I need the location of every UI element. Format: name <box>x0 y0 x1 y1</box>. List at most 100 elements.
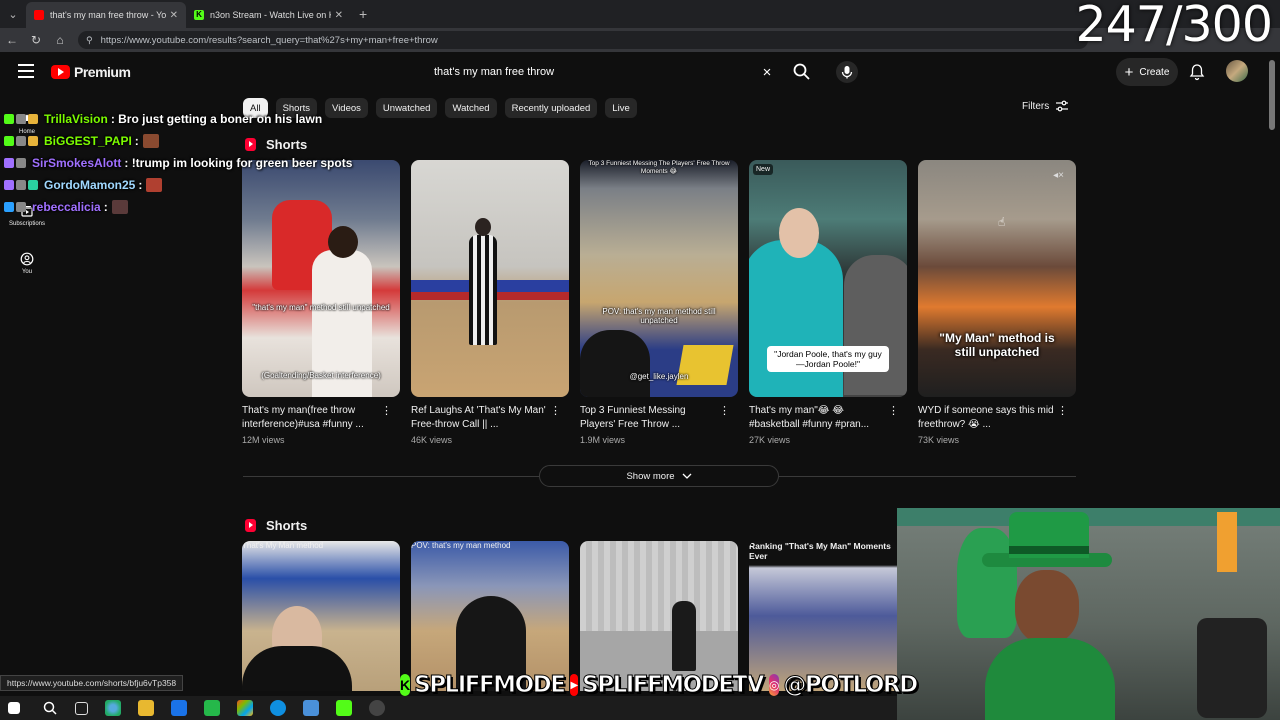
short-card[interactable]: Ref Laughs At 'That's My Man' Free-throw… <box>411 160 569 445</box>
short-title-text: WYD if someone says this mid freethrow? … <box>918 405 1054 430</box>
short-views: 1.9M views <box>580 435 626 445</box>
more-options-icon[interactable]: ⋮ <box>381 404 392 418</box>
short-thumbnail[interactable]: That's My Man method <box>242 541 400 691</box>
chat-badges <box>4 180 40 190</box>
short-views: 12M views <box>242 435 285 445</box>
short-title[interactable]: That's my man"😂 😂 #basketball #funny #pr… <box>749 404 907 432</box>
tab-youtube[interactable]: that's my man free throw - YouTube ✕ <box>26 2 186 28</box>
chat-username: GordoMamon25 <box>44 178 136 192</box>
short-title[interactable]: Ref Laughs At 'That's My Man' Free-throw… <box>411 404 569 432</box>
short-thumbnail[interactable]: Top 3 Funniest Messing The Players' Free… <box>580 160 738 397</box>
short-card[interactable]: ◂× "My Man" method is still unpatched ☝ … <box>918 160 1076 445</box>
chat-badges <box>4 158 28 168</box>
chat-message: SirSmokesAlott : !trump im looking for g… <box>4 152 352 174</box>
chat-text: : <box>103 200 108 214</box>
site-info-icon[interactable]: ⚲ <box>86 35 93 46</box>
back-icon[interactable]: ← <box>0 33 24 47</box>
shorts-section-title: Shorts <box>245 518 307 533</box>
search-input[interactable]: that's my man free throw <box>422 66 752 78</box>
filters-label: Filters <box>1022 100 1050 112</box>
new-tab-button[interactable]: + <box>359 6 367 22</box>
instagram-handle: @POTLORD <box>783 672 919 699</box>
notifications-bell-icon[interactable] <box>1189 63 1205 81</box>
search-box[interactable]: that's my man free throw × <box>422 58 782 86</box>
close-tab-icon[interactable]: ✕ <box>170 10 178 21</box>
filters-button[interactable]: Filters <box>1022 100 1069 112</box>
windows-taskbar <box>0 696 897 720</box>
short-title[interactable]: Top 3 Funniest Messing Players' Free Thr… <box>580 404 738 432</box>
tab-search-icon[interactable]: ⌄ <box>0 0 26 28</box>
chip-recently-uploaded[interactable]: Recently uploaded <box>504 98 598 118</box>
clear-search-icon[interactable]: × <box>752 64 782 81</box>
microphone-stand <box>1197 618 1267 718</box>
kick-favicon-icon: K <box>194 10 204 20</box>
app-icon[interactable] <box>204 700 220 716</box>
sidebar-item-you[interactable]: You <box>0 252 54 275</box>
youtube-header: Premium that's my man free throw × + Cre… <box>0 52 1280 92</box>
account-avatar[interactable] <box>1226 60 1248 82</box>
chat-message: GordoMamon25 : <box>4 174 344 196</box>
chat-emote <box>142 134 159 148</box>
short-card[interactable]: Top 3 Funniest Messing The Players' Free… <box>580 160 738 445</box>
chat-badges <box>4 202 28 212</box>
chip-watched[interactable]: Watched <box>445 98 497 118</box>
kick-app-icon[interactable] <box>336 700 352 716</box>
mail-icon[interactable] <box>171 700 187 716</box>
thumbnail-caption: "My Man" method is still unpatched <box>939 331 1055 359</box>
chip-live[interactable]: Live <box>605 98 637 118</box>
short-title-text: Ref Laughs At 'That's My Man' Free-throw… <box>411 405 546 430</box>
file-explorer-icon[interactable] <box>138 700 154 716</box>
create-label: Create <box>1139 66 1170 78</box>
cursor-pointer-icon: ☝ <box>998 215 1006 229</box>
microphone-icon[interactable] <box>836 61 858 83</box>
menu-icon[interactable] <box>18 64 34 78</box>
tab-kick[interactable]: K n3on Stream - Watch Live on Kick ✕ <box>186 2 351 28</box>
kick-handle: SPLIFFMODE <box>414 672 567 699</box>
search-icon[interactable] <box>792 62 812 82</box>
short-thumbnail[interactable]: New "Jordan Poole, that's my guy—Jordan … <box>749 160 907 397</box>
thumbnail-caption: @get_like.jaylen <box>629 372 689 381</box>
close-tab-icon[interactable]: ✕ <box>335 10 343 21</box>
task-view-icon[interactable] <box>75 701 88 715</box>
edge-icon[interactable] <box>270 700 286 716</box>
chip-unwatched[interactable]: Unwatched <box>375 98 438 118</box>
store-icon[interactable] <box>237 700 253 716</box>
short-title[interactable]: That's my man(free throw interference)#u… <box>242 404 400 432</box>
create-button[interactable]: + Create <box>1116 58 1178 86</box>
more-options-icon[interactable]: ⋮ <box>550 404 561 418</box>
windows-start-icon[interactable] <box>8 702 20 714</box>
url-field[interactable]: ⚲ https://www.youtube.com/results?search… <box>78 31 1088 49</box>
short-title[interactable]: WYD if someone says this mid freethrow? … <box>918 404 1076 432</box>
widgets-icon[interactable] <box>105 700 121 716</box>
search-icon[interactable] <box>42 700 58 716</box>
sidebar-item-label: You <box>21 269 33 275</box>
short-thumbnail[interactable] <box>411 160 569 397</box>
kick-logo-icon: K <box>400 674 411 696</box>
more-options-icon[interactable]: ⋮ <box>888 404 899 418</box>
app-icon[interactable] <box>303 700 319 716</box>
player-figure <box>672 601 696 671</box>
short-title-text: That's my man(free throw interference)#u… <box>242 405 364 430</box>
short-thumbnail[interactable]: ◂× "My Man" method is still unpatched ☝ <box>918 160 1076 397</box>
youtube-play-icon <box>51 65 70 79</box>
obs-icon[interactable] <box>369 700 385 716</box>
hat-band <box>1009 546 1089 554</box>
more-options-icon[interactable]: ⋮ <box>1057 404 1068 418</box>
chat-badges <box>4 114 40 124</box>
page-scrollbar[interactable] <box>1269 60 1275 130</box>
show-more-button[interactable]: Show more <box>539 465 779 487</box>
chat-username: TrillaVision <box>44 112 108 126</box>
more-options-icon[interactable]: ⋮ <box>719 404 730 418</box>
short-views: 73K views <box>918 435 960 445</box>
fan-teal-shirt <box>749 240 843 397</box>
short-card[interactable]: New "Jordan Poole, that's my guy—Jordan … <box>749 160 907 445</box>
player-head <box>328 226 358 258</box>
plus-icon: + <box>1124 63 1134 81</box>
chat-text: : <box>138 178 143 192</box>
reload-icon[interactable]: ↻ <box>24 33 48 47</box>
mute-icon[interactable]: ◂× <box>1053 170 1064 181</box>
divider <box>779 476 1076 477</box>
tab-label: that's my man free throw - YouTube <box>50 10 166 20</box>
youtube-logo[interactable]: Premium <box>51 64 131 80</box>
home-icon[interactable]: ⌂ <box>48 33 72 47</box>
